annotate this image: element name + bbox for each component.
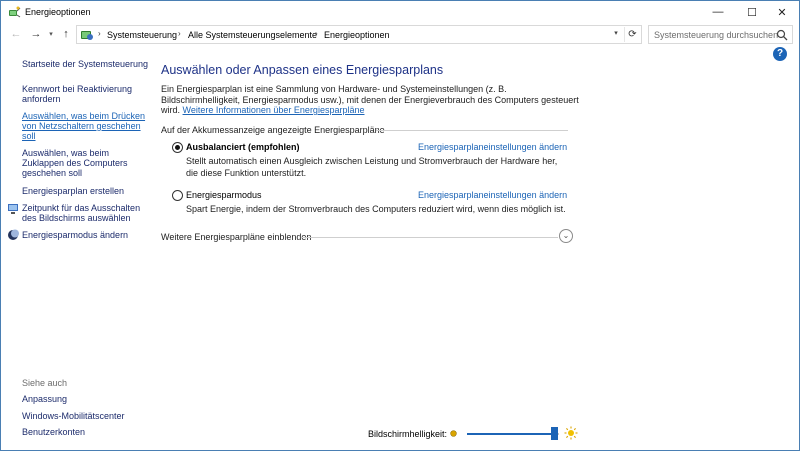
- sidebar-link-line: des Bildschirms auswählen: [22, 213, 131, 223]
- sidebar-link-lid-close[interactable]: Auswählen, was beim Zuklappen des Comput…: [22, 148, 128, 178]
- more-info-link[interactable]: Weitere Informationen über Energiesparpl…: [183, 105, 365, 115]
- sidebar-link-line: geschehen soll: [22, 168, 83, 178]
- sidebar-link-password[interactable]: Kennwort bei Reaktivierung anfordern: [22, 84, 132, 104]
- display-power-icon: [8, 204, 18, 214]
- address-row: ← → ▾ ↑ › Systemsteuerung › Alle Systems…: [1, 23, 799, 47]
- recent-locations-button[interactable]: ▾: [46, 27, 56, 41]
- close-icon: ✕: [777, 6, 787, 19]
- brightness-slider-thumb[interactable]: [550, 427, 558, 440]
- sidebar-link-line: Auswählen, was beim Drücken: [22, 111, 146, 121]
- arrow-right-icon: →: [30, 28, 42, 40]
- breadcrumb-systemsteuerung[interactable]: Systemsteuerung: [107, 30, 177, 40]
- maximize-icon: ☐: [747, 6, 757, 19]
- section-label: Auf der Akkumessanzeige angezeigte Energ…: [161, 125, 385, 135]
- expand-more-plans-button[interactable]: ⌄: [559, 229, 573, 243]
- maximize-button[interactable]: ☐: [735, 1, 769, 23]
- back-button[interactable]: ←: [9, 27, 23, 41]
- address-history-button[interactable]: ▾: [609, 29, 623, 41]
- sidebar-link-line: anfordern: [22, 94, 61, 104]
- window-title: Energieoptionen: [25, 7, 91, 17]
- sidebar-link-power-buttons[interactable]: Auswählen, was beim Drücken von Netzscha…: [22, 111, 145, 141]
- section-divider: [376, 130, 568, 131]
- up-button[interactable]: ↑: [59, 27, 73, 41]
- sidebar-link-line: von Netzschaltern geschehen: [22, 121, 141, 131]
- breadcrumb-energieoptionen[interactable]: Energieoptionen: [324, 30, 390, 40]
- sidebar-link-line: soll: [22, 131, 36, 141]
- more-plans-label[interactable]: Weitere Energiesparpläne einblenden: [161, 232, 311, 242]
- arrow-up-icon: ↑: [63, 28, 69, 40]
- see-also-link-mobility-center[interactable]: Windows-Mobilitätscenter: [22, 411, 125, 421]
- search-placeholder: Systemsteuerung durchsuchen: [654, 30, 779, 40]
- close-button[interactable]: ✕: [765, 1, 799, 23]
- more-plans-divider: [302, 237, 558, 238]
- sidebar-link-line: Auswählen, was beim: [22, 148, 110, 158]
- see-also-link-user-accounts[interactable]: Benutzerkonten: [22, 427, 85, 437]
- plan-settings-link-balanced[interactable]: Energiesparplaneinstellungen ändern: [418, 142, 567, 152]
- chevron-down-icon: ▾: [49, 31, 53, 38]
- title-bar: Energieoptionen — ☐ ✕: [1, 1, 799, 23]
- breadcrumb-separator-icon: ›: [98, 29, 101, 38]
- sidebar-link-home[interactable]: Startseite der Systemsteuerung: [22, 59, 148, 69]
- see-also-link-personalization[interactable]: Anpassung: [22, 394, 67, 404]
- see-also-heading: Siehe auch: [22, 378, 68, 388]
- sidebar-link-line: Zuklappen des Computers: [22, 158, 128, 168]
- brightness-slider-track[interactable]: [467, 433, 559, 435]
- search-icon: [776, 29, 788, 41]
- minimize-icon: —: [712, 6, 724, 18]
- plan-radio-power-saver[interactable]: [172, 190, 183, 201]
- sidebar-link-display-off[interactable]: Zeitpunkt für das Ausschalten des Bildsc…: [22, 203, 140, 223]
- breadcrumb-separator-icon: ›: [315, 29, 318, 38]
- page-title: Auswählen oder Anpassen eines Energiespa…: [161, 63, 444, 77]
- plan-name-balanced[interactable]: Ausbalanciert (empfohlen): [186, 142, 300, 152]
- sleep-moon-icon: [8, 229, 19, 240]
- sidebar-link-line: Energiesparplan erstellen: [22, 186, 125, 196]
- energy-options-app-icon: [9, 6, 21, 18]
- plan-name-power-saver[interactable]: Energiesparmodus: [186, 190, 262, 200]
- brightness-low-icon: [450, 430, 457, 437]
- arrow-left-icon: ←: [10, 28, 22, 40]
- main-content: Auswählen oder Anpassen eines Energiespa…: [144, 47, 800, 451]
- breadcrumb-alle-elemente[interactable]: Alle Systemsteuerungselemente: [188, 30, 317, 40]
- sidebar-link-sleep[interactable]: Energiesparmodus ändern: [22, 230, 128, 240]
- minimize-button[interactable]: —: [701, 1, 735, 23]
- forward-button[interactable]: →: [29, 27, 43, 41]
- page-description: Ein Energiesparplan ist eine Sammlung vo…: [161, 84, 581, 116]
- plan-description-balanced: Stellt automatisch einen Ausgleich zwisc…: [186, 156, 558, 178]
- brightness-slider-fill: [467, 433, 555, 435]
- brightness-label: Bildschirmhelligkeit:: [368, 429, 448, 439]
- refresh-icon[interactable]: ⟳: [624, 27, 640, 42]
- sidebar-link-line: Zeitpunkt für das Ausschalten: [22, 203, 141, 213]
- sidebar: Startseite der Systemsteuerung Kennwort …: [1, 47, 148, 451]
- sidebar-link-create-plan[interactable]: Energiesparplan erstellen: [22, 186, 124, 196]
- address-bar[interactable]: › Systemsteuerung › Alle Systemsteuerung…: [76, 25, 642, 44]
- sidebar-link-line: Kennwort bei Reaktivierung: [22, 84, 133, 94]
- brightness-high-icon: [564, 426, 578, 440]
- energy-options-window: Energieoptionen — ☐ ✕ ← → ▾ ↑ › Systemst…: [0, 0, 800, 451]
- sidebar-link-line: Energiesparmodus ändern: [22, 230, 129, 240]
- search-input[interactable]: Systemsteuerung durchsuchen: [648, 25, 793, 44]
- chevron-down-icon: ⌄: [562, 231, 570, 240]
- plan-description-power-saver: Spart Energie, indem der Stromverbrauch …: [186, 204, 566, 214]
- plan-settings-link-power-saver[interactable]: Energiesparplaneinstellungen ändern: [418, 190, 567, 200]
- breadcrumb-separator-icon: ›: [178, 29, 181, 38]
- plan-radio-balanced[interactable]: [172, 142, 183, 153]
- control-panel-icon: [81, 31, 93, 40]
